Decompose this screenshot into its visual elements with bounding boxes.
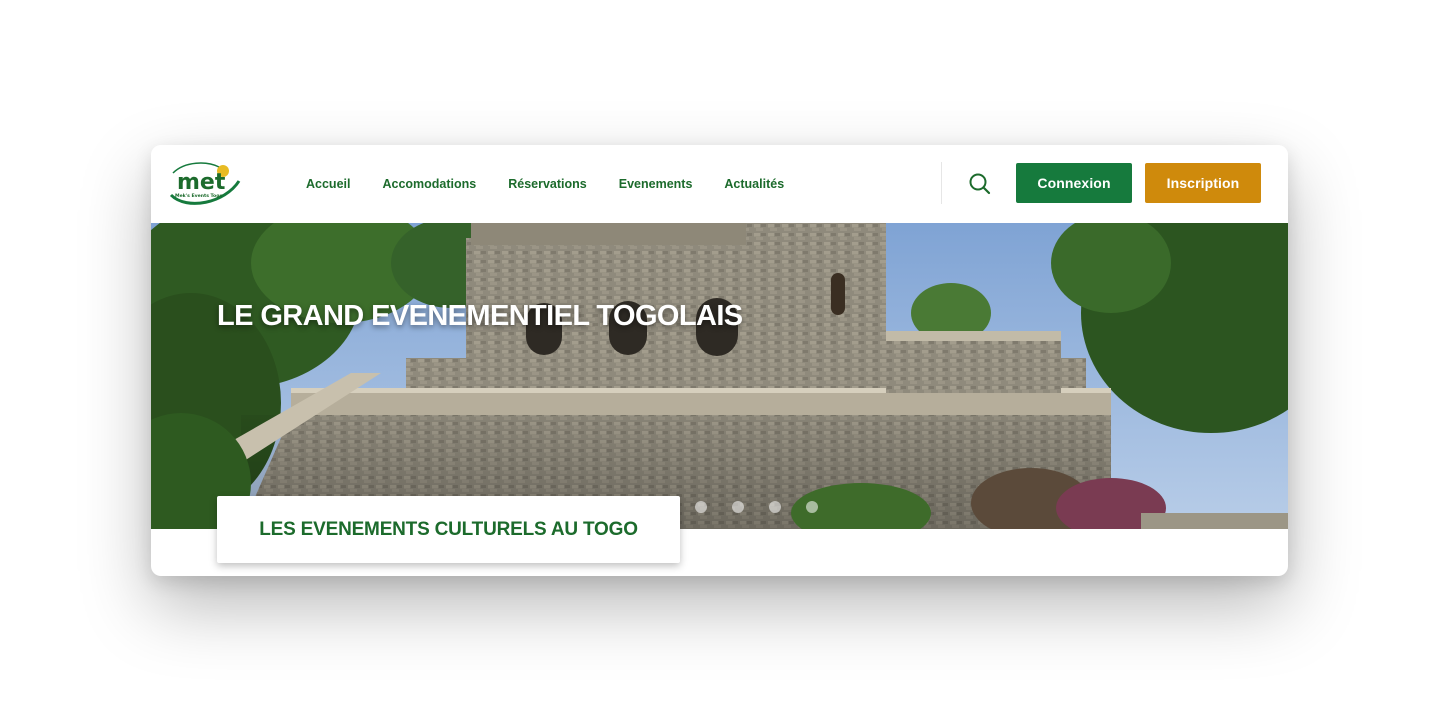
logo-tagline: Mek's Events Togo xyxy=(175,193,223,199)
slider-dot-1[interactable] xyxy=(695,501,707,513)
slider-dot-3[interactable] xyxy=(769,501,781,513)
nav-divider xyxy=(941,162,942,204)
brand-logo[interactable]: met Mek's Events Togo xyxy=(167,159,241,207)
nav-item-reservations[interactable]: Réservations xyxy=(505,177,590,191)
section-banner: LES EVENEMENTS CULTURELS AU TOGO xyxy=(217,496,680,563)
slider-dot-2[interactable] xyxy=(732,501,744,513)
top-navbar: met Mek's Events Togo Accueil Accomodati… xyxy=(151,145,1288,223)
search-icon xyxy=(969,173,991,195)
logo-text: met xyxy=(177,170,226,195)
hero-slider: LE GRAND EVENEMENTIEL TOGOLAIS xyxy=(151,223,1288,529)
slider-dots xyxy=(695,501,818,513)
nav-item-accueil[interactable]: Accueil xyxy=(303,177,354,192)
nav-item-evenements[interactable]: Evenements xyxy=(616,177,696,191)
slider-dot-4[interactable] xyxy=(806,501,818,513)
section-banner-text: LES EVENEMENTS CULTURELS AU TOGO xyxy=(259,518,638,540)
login-button[interactable]: Connexion xyxy=(1016,163,1132,203)
nav-item-actualites[interactable]: Actualités xyxy=(721,177,787,191)
hero-image xyxy=(151,223,1288,529)
search-button[interactable] xyxy=(967,171,993,197)
signup-button[interactable]: Inscription xyxy=(1145,163,1261,203)
hero-title: LE GRAND EVENEMENTIEL TOGOLAIS xyxy=(217,300,743,332)
main-nav: Accueil Accomodations Réservations Evene… xyxy=(303,145,787,223)
logo-graphic: met Mek's Events Togo xyxy=(169,162,241,205)
nav-item-accomodations[interactable]: Accomodations xyxy=(379,177,479,191)
